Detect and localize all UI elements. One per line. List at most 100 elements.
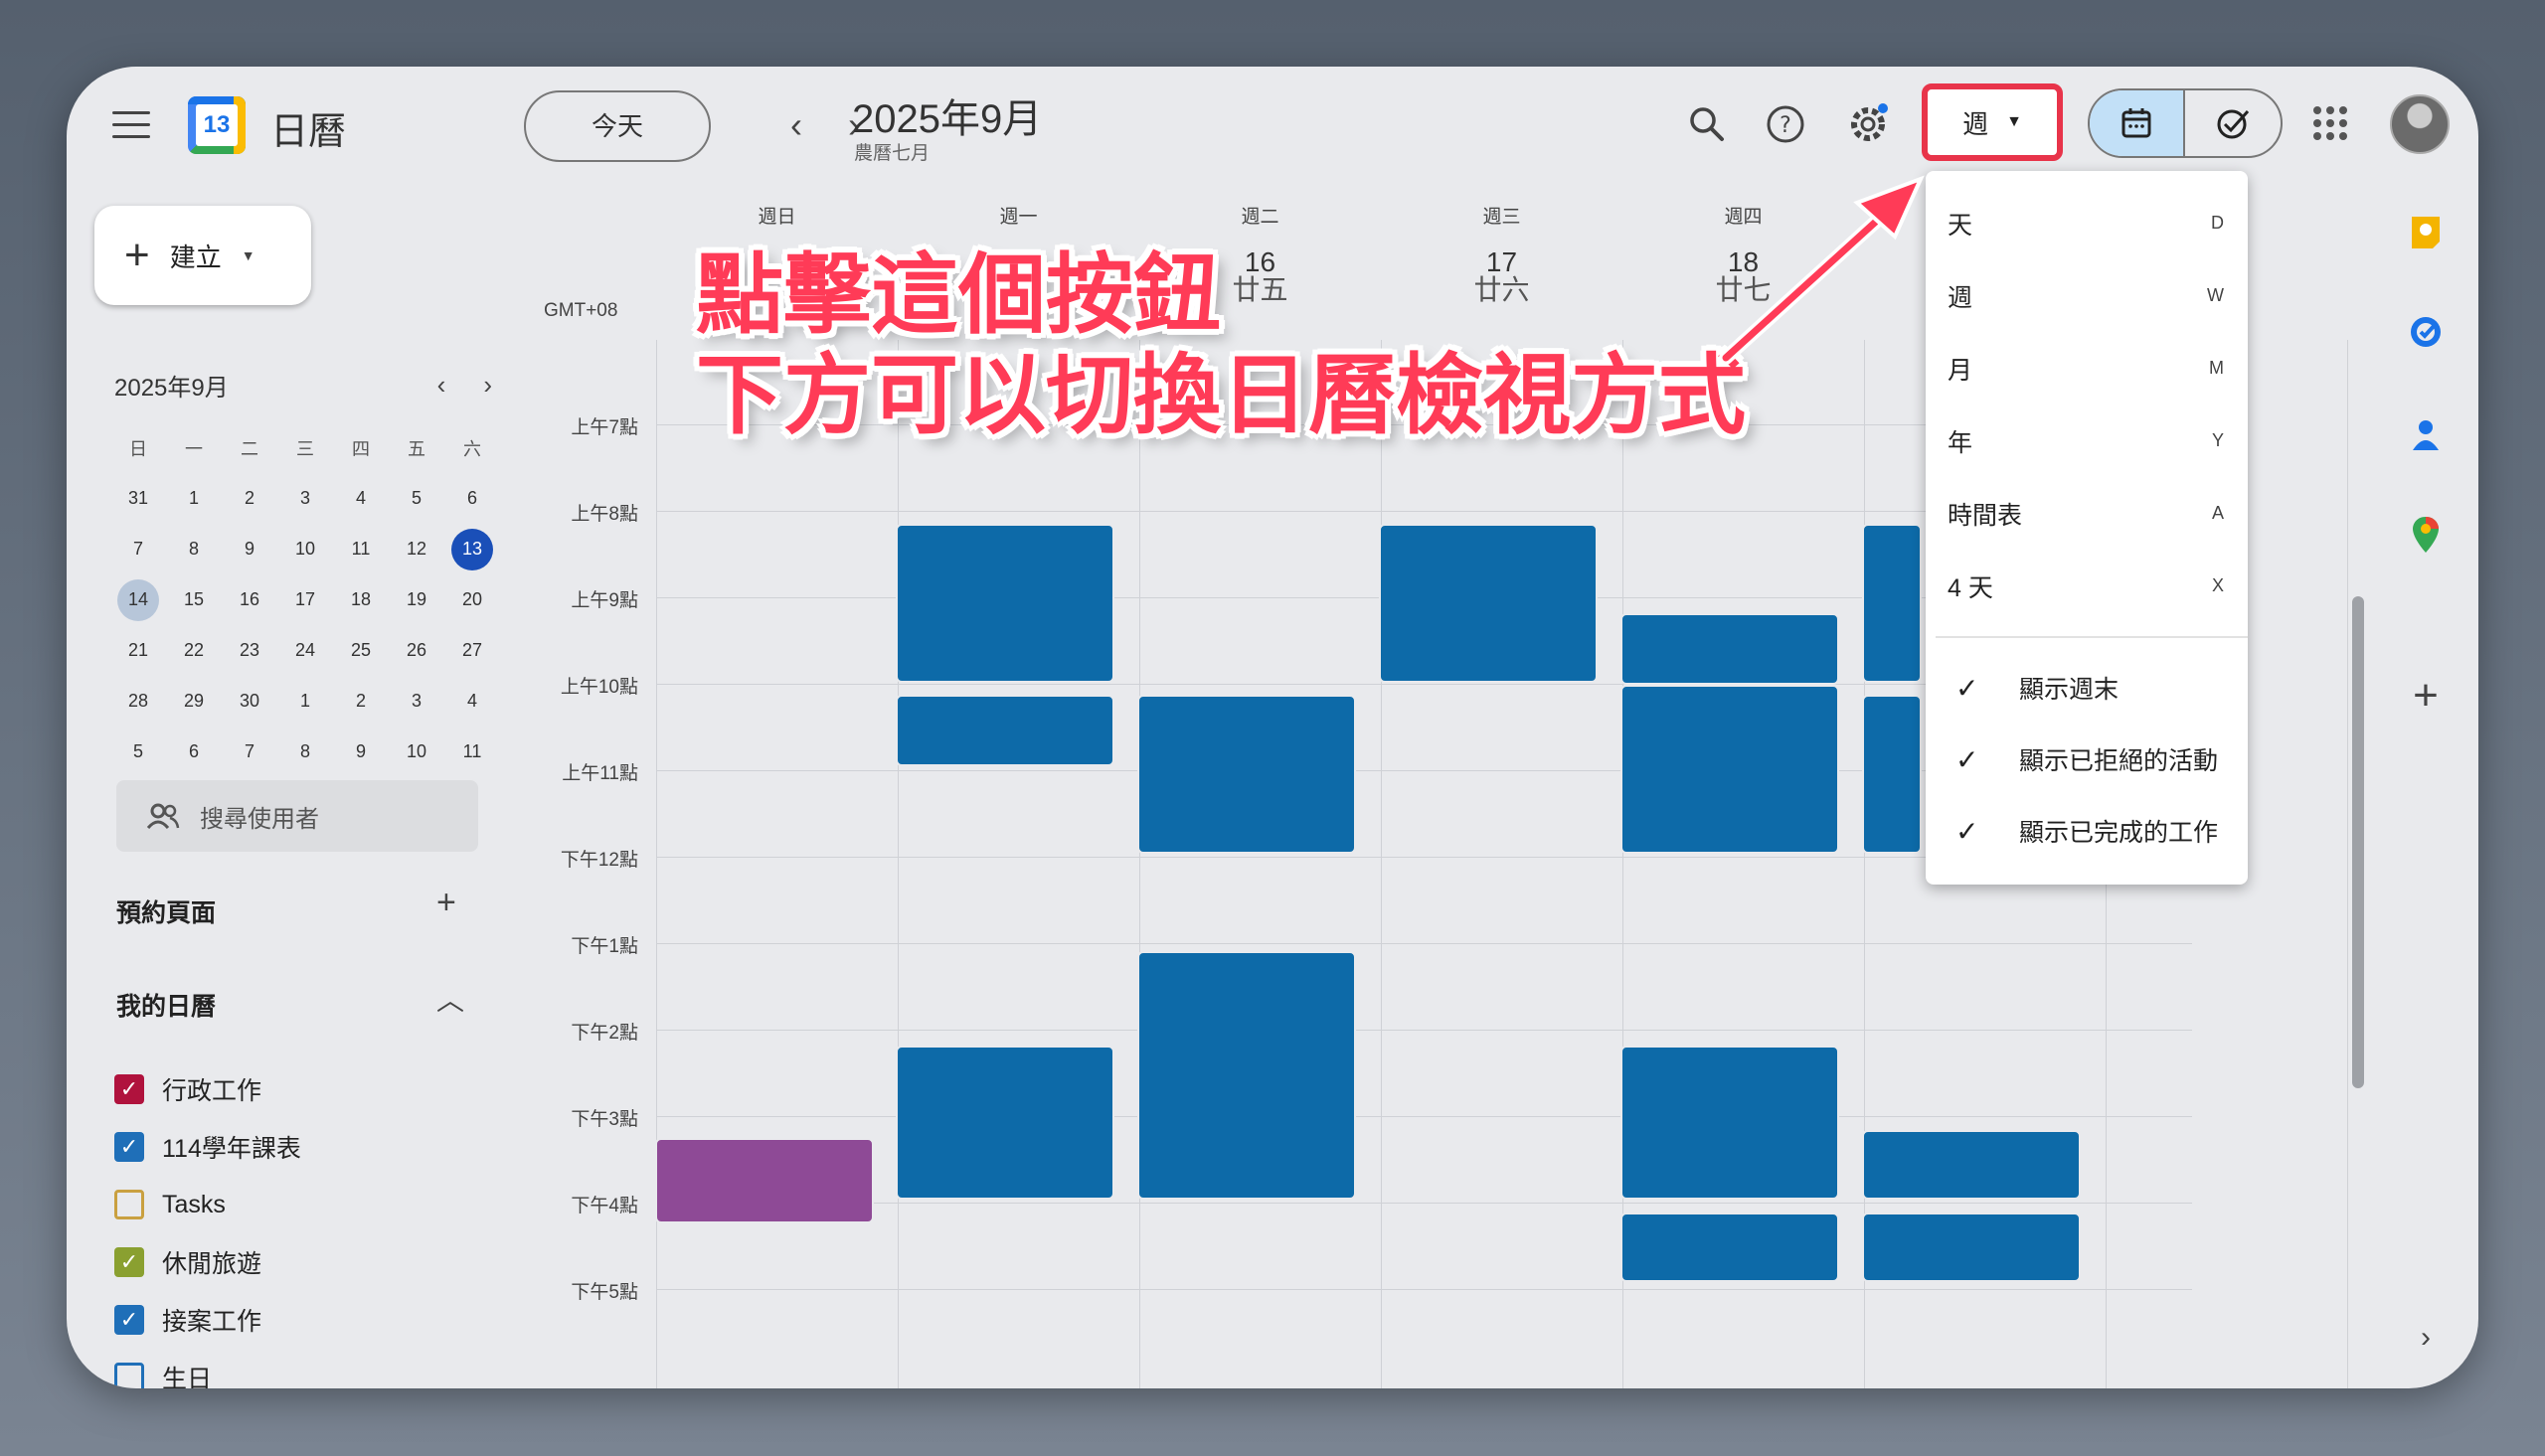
mini-cal-day[interactable]: 9 bbox=[333, 727, 389, 777]
mini-cal-day[interactable]: 21 bbox=[110, 625, 166, 676]
mini-cal-day[interactable]: 4 bbox=[444, 676, 500, 727]
calendar-checkbox[interactable] bbox=[114, 1363, 144, 1388]
event-block[interactable] bbox=[1862, 1213, 2081, 1282]
event-block[interactable] bbox=[1862, 524, 1922, 683]
mini-cal-day[interactable]: 20 bbox=[444, 574, 500, 625]
view-option[interactable]: 週W bbox=[1926, 259, 2248, 332]
event-block[interactable] bbox=[896, 524, 1114, 683]
mini-cal-day[interactable]: 24 bbox=[277, 625, 333, 676]
view-option[interactable]: 月M bbox=[1926, 332, 2248, 404]
mini-cal-day[interactable]: 3 bbox=[277, 473, 333, 524]
day-column-header[interactable]: 週三 17 廿六 bbox=[1381, 202, 1622, 304]
mini-cal-day[interactable]: 25 bbox=[333, 625, 389, 676]
event-block[interactable] bbox=[1620, 613, 1839, 685]
mini-cal-day[interactable]: 2 bbox=[222, 473, 277, 524]
mini-cal-day[interactable]: 27 bbox=[444, 625, 500, 676]
mini-cal-day[interactable]: 1 bbox=[277, 676, 333, 727]
view-option[interactable]: 4 天 X bbox=[1926, 550, 2248, 622]
contacts-icon[interactable] bbox=[2405, 414, 2447, 456]
keep-notes-icon[interactable] bbox=[2405, 212, 2447, 253]
today-button[interactable]: 今天 bbox=[524, 90, 711, 162]
calendar-item[interactable]: Tasks bbox=[114, 1176, 301, 1233]
prev-week-button[interactable]: ‹ bbox=[776, 104, 816, 146]
mini-cal-day[interactable]: 13 bbox=[444, 524, 500, 574]
mini-cal-day[interactable]: 10 bbox=[277, 524, 333, 574]
view-toggle-option[interactable]: ✓ 顯示已完成的工作 bbox=[1926, 795, 2248, 867]
mini-cal-day[interactable]: 15 bbox=[166, 574, 222, 625]
mini-cal-day[interactable]: 10 bbox=[389, 727, 444, 777]
calendar-item[interactable]: ✓ 行政工作 bbox=[114, 1060, 301, 1118]
mini-cal-day[interactable]: 16 bbox=[222, 574, 277, 625]
mini-cal-day[interactable]: 30 bbox=[222, 676, 277, 727]
tasks-view-toggle[interactable] bbox=[2185, 90, 2281, 156]
mini-cal-day[interactable]: 12 bbox=[389, 524, 444, 574]
chevron-up-icon[interactable]: ︿ bbox=[436, 979, 464, 1019]
mini-cal-next-icon[interactable]: › bbox=[483, 370, 492, 401]
view-toggle-option[interactable]: ✓ 顯示已拒絕的活動 bbox=[1926, 724, 2248, 795]
search-users-input[interactable]: 搜尋使用者 bbox=[116, 780, 478, 852]
event-block[interactable] bbox=[1862, 695, 1922, 854]
event-block[interactable] bbox=[655, 1138, 874, 1223]
calendar-checkbox[interactable]: ✓ bbox=[114, 1247, 144, 1277]
event-block[interactable] bbox=[896, 1046, 1114, 1200]
mini-cal-day[interactable]: 2 bbox=[333, 676, 389, 727]
event-block[interactable] bbox=[896, 695, 1114, 766]
mini-cal-day[interactable]: 18 bbox=[333, 574, 389, 625]
mini-cal-day[interactable]: 11 bbox=[444, 727, 500, 777]
mini-cal-day[interactable]: 3 bbox=[389, 676, 444, 727]
event-block[interactable] bbox=[1620, 1046, 1839, 1200]
apps-grid-icon[interactable] bbox=[2313, 106, 2347, 140]
mini-cal-day[interactable]: 22 bbox=[166, 625, 222, 676]
calendar-item[interactable]: 生日 bbox=[114, 1349, 301, 1388]
mini-cal-day[interactable]: 6 bbox=[166, 727, 222, 777]
mini-cal-day[interactable]: 4 bbox=[333, 473, 389, 524]
main-menu-icon[interactable] bbox=[112, 111, 150, 139]
calendar-item[interactable]: ✓ 休閒旅遊 bbox=[114, 1233, 301, 1291]
mini-cal-day[interactable]: 19 bbox=[389, 574, 444, 625]
view-option[interactable]: 天D bbox=[1926, 187, 2248, 259]
calendar-checkbox[interactable]: ✓ bbox=[114, 1132, 144, 1162]
mini-cal-day[interactable]: 7 bbox=[222, 727, 277, 777]
mini-cal-day[interactable]: 1 bbox=[166, 473, 222, 524]
mini-cal-day[interactable]: 17 bbox=[277, 574, 333, 625]
view-option[interactable]: 時間表 A bbox=[1926, 477, 2248, 550]
mini-cal-day[interactable]: 5 bbox=[110, 727, 166, 777]
search-icon[interactable] bbox=[1681, 98, 1733, 150]
mini-cal-day[interactable]: 9 bbox=[222, 524, 277, 574]
mini-cal-day[interactable]: 23 bbox=[222, 625, 277, 676]
event-block[interactable] bbox=[1620, 685, 1839, 854]
add-booking-page-icon[interactable]: + bbox=[436, 884, 456, 922]
event-block[interactable] bbox=[1620, 1213, 1839, 1282]
event-block[interactable] bbox=[1137, 951, 1356, 1200]
event-block[interactable] bbox=[1862, 1130, 2081, 1200]
calendar-item[interactable]: ✓ 接案工作 bbox=[114, 1291, 301, 1349]
grid-scrollbar[interactable] bbox=[2352, 596, 2364, 1088]
maps-icon[interactable] bbox=[2405, 514, 2447, 556]
view-option[interactable]: 年Y bbox=[1926, 404, 2248, 477]
help-icon[interactable]: ? bbox=[1760, 98, 1811, 150]
mini-cal-day[interactable]: 28 bbox=[110, 676, 166, 727]
mini-cal-day[interactable]: 14 bbox=[110, 574, 166, 625]
create-button[interactable]: + 建立 ▼ bbox=[94, 206, 311, 305]
calendar-checkbox[interactable]: ✓ bbox=[114, 1305, 144, 1335]
event-block[interactable] bbox=[1379, 524, 1598, 683]
mini-cal-day[interactable]: 7 bbox=[110, 524, 166, 574]
avatar[interactable] bbox=[2390, 94, 2450, 154]
event-block[interactable] bbox=[1137, 695, 1356, 854]
mini-cal-prev-icon[interactable]: ‹ bbox=[437, 370, 446, 401]
mini-cal-day[interactable]: 31 bbox=[110, 473, 166, 524]
calendar-item[interactable]: ✓ 114學年課表 bbox=[114, 1118, 301, 1176]
tasks-icon[interactable] bbox=[2405, 311, 2447, 353]
mini-cal-day[interactable]: 26 bbox=[389, 625, 444, 676]
mini-cal-day[interactable]: 5 bbox=[389, 473, 444, 524]
add-addon-icon[interactable]: + bbox=[2405, 671, 2447, 720]
calendar-view-toggle[interactable] bbox=[2090, 90, 2186, 156]
mini-cal-day[interactable]: 8 bbox=[277, 727, 333, 777]
expand-panel-icon[interactable]: › bbox=[2405, 1317, 2447, 1359]
view-toggle-option[interactable]: ✓ 顯示週末 bbox=[1926, 652, 2248, 724]
mini-cal-day[interactable]: 6 bbox=[444, 473, 500, 524]
settings-gear-icon[interactable] bbox=[1842, 98, 1894, 150]
mini-cal-day[interactable]: 11 bbox=[333, 524, 389, 574]
calendar-checkbox[interactable]: ✓ bbox=[114, 1074, 144, 1104]
mini-cal-day[interactable]: 29 bbox=[166, 676, 222, 727]
